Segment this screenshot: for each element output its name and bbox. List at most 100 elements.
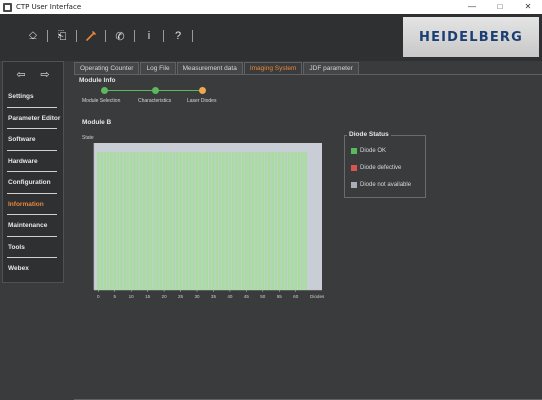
diode-state-chart: State 0 5 10 15 20 25 30 35 40 45 50 55 60 Diodes [80, 129, 344, 304]
x-tick-label: 0 [97, 294, 100, 299]
step-dot-module-selection[interactable] [101, 87, 108, 94]
minimize-button[interactable]: — [458, 0, 486, 14]
phone-icon[interactable]: ✆ [111, 27, 129, 45]
sidebar-item-tools[interactable]: Tools [3, 237, 63, 259]
diode-bar [143, 152, 146, 290]
x-tick-label: 25 [178, 294, 184, 299]
sidebar-item-parameter-editor[interactable]: Parameter Editor [3, 108, 63, 130]
diode-bar [136, 152, 140, 290]
window-title: CTP User Interface [16, 3, 82, 11]
x-tick-label: 20 [162, 294, 168, 299]
info-icon[interactable]: i [140, 27, 158, 45]
diode-bar [264, 152, 268, 290]
diode-bar [254, 152, 258, 290]
diode-bar [301, 152, 304, 290]
diode-chart-svg: State 0 5 10 15 20 25 30 35 40 45 50 55 60 Diodes [82, 135, 325, 299]
diode-bar [139, 152, 143, 290]
diode-bar [287, 152, 291, 290]
diode-bar [225, 152, 228, 290]
diode-bar [106, 152, 110, 290]
diode-bar [212, 152, 215, 290]
diode-bar [123, 152, 126, 290]
diode-bar [179, 152, 182, 290]
maximize-button[interactable]: □ [486, 0, 514, 14]
export-icon[interactable]: ⎗ [53, 27, 71, 45]
diode-bar [100, 152, 103, 290]
diode-bar [159, 152, 163, 290]
sidebar-item-webex[interactable]: Webex [3, 258, 63, 280]
diode-bar [245, 152, 248, 290]
diode-bar [126, 152, 130, 290]
x-tick-label: 40 [227, 294, 233, 299]
toolbar-separator [192, 30, 193, 42]
diode-bar [103, 152, 107, 290]
sidebar-item-maintenance[interactable]: Maintenance [3, 215, 63, 237]
diode-bar [222, 152, 225, 290]
sidebar-item-configuration[interactable]: Configuration [3, 172, 63, 194]
diode-bar [133, 152, 136, 290]
legend-item-ok: Diode OK [351, 148, 386, 154]
diode-bar [192, 152, 195, 290]
logo-text: HEIDELBERG [418, 29, 524, 45]
top-toolbar-area: ⎐ ⎗ ✆ i ? HEIDELBERG [0, 14, 542, 61]
x-tick-label: 60 [293, 294, 299, 299]
toolbar-separator [134, 30, 135, 42]
step-connector [106, 90, 152, 91]
x-tick-label: 5 [113, 294, 116, 299]
close-button[interactable]: ✕ [514, 0, 542, 14]
x-tick-label: 45 [244, 294, 250, 299]
legend-swatch-not-available [351, 182, 357, 188]
x-tick-label: 55 [277, 294, 283, 299]
x-tick-label: 35 [211, 294, 217, 299]
diode-bar [304, 152, 307, 290]
diode-bar [202, 152, 205, 290]
step-dot-characteristics[interactable] [152, 87, 159, 94]
device-icon[interactable]: ⎐ [24, 27, 42, 45]
legend-label-not-available: Diode not available [360, 182, 412, 188]
sidebar: ⇦ ⇨ Settings Parameter Editor Software H… [2, 61, 64, 283]
x-tick-label: 50 [260, 294, 266, 299]
diode-bar [152, 152, 156, 290]
main-toolbar: ⎐ ⎗ ✆ i ? [24, 27, 198, 45]
diode-bar [218, 152, 222, 290]
tab-imaging-system[interactable]: Imaging System [243, 62, 303, 74]
x-axis-label: Diodes [310, 294, 325, 299]
diode-bar [297, 152, 301, 290]
sidebar-item-information[interactable]: Information [3, 194, 63, 216]
toolbar-separator [47, 30, 48, 42]
step-label-module-selection: Module Selection [82, 98, 121, 104]
diode-bar [110, 152, 113, 290]
legend-item-not-available: Diode not available [351, 182, 411, 188]
tab-operating-counter[interactable]: Operating Counter [74, 62, 140, 74]
diode-bar [228, 152, 232, 290]
diode-bar [241, 152, 245, 290]
sidebar-item-hardware[interactable]: Hardware [3, 151, 63, 173]
module-info-stepper: Module Selection Characteristics Laser D… [82, 86, 232, 108]
sidebar-item-settings[interactable]: Settings [3, 86, 63, 108]
diode-bar [235, 152, 238, 290]
x-tick-label: 30 [194, 294, 200, 299]
tab-bar: Operating Counter Log File Measurement d… [74, 62, 360, 74]
tab-log-file[interactable]: Log File [140, 62, 176, 74]
diode-bar [268, 152, 271, 290]
main-content: Module Info Module Selection Characteris… [74, 74, 542, 400]
diode-bar [258, 152, 261, 290]
diode-bar [182, 152, 186, 290]
diode-bar [169, 152, 172, 290]
diode-bar [162, 152, 166, 290]
back-arrow-icon[interactable]: ⇦ [16, 68, 25, 81]
legend-label-ok: Diode OK [360, 148, 387, 154]
wrench-icon[interactable] [82, 27, 100, 45]
legend-label-defective: Diode defective [360, 165, 402, 171]
sidebar-item-software[interactable]: Software [3, 129, 63, 151]
tab-jdf-parameter[interactable]: JDF parameter [303, 62, 359, 74]
forward-arrow-icon[interactable]: ⇨ [40, 68, 49, 81]
help-icon[interactable]: ? [169, 27, 187, 45]
step-dot-laser-diodes[interactable] [199, 87, 206, 94]
diode-bar [208, 152, 212, 290]
diode-bar [97, 152, 100, 290]
diode-bar [129, 152, 133, 290]
diode-bar [271, 152, 274, 290]
tab-measurement-data[interactable]: Measurement data [176, 62, 243, 74]
diode-bar [284, 152, 288, 290]
